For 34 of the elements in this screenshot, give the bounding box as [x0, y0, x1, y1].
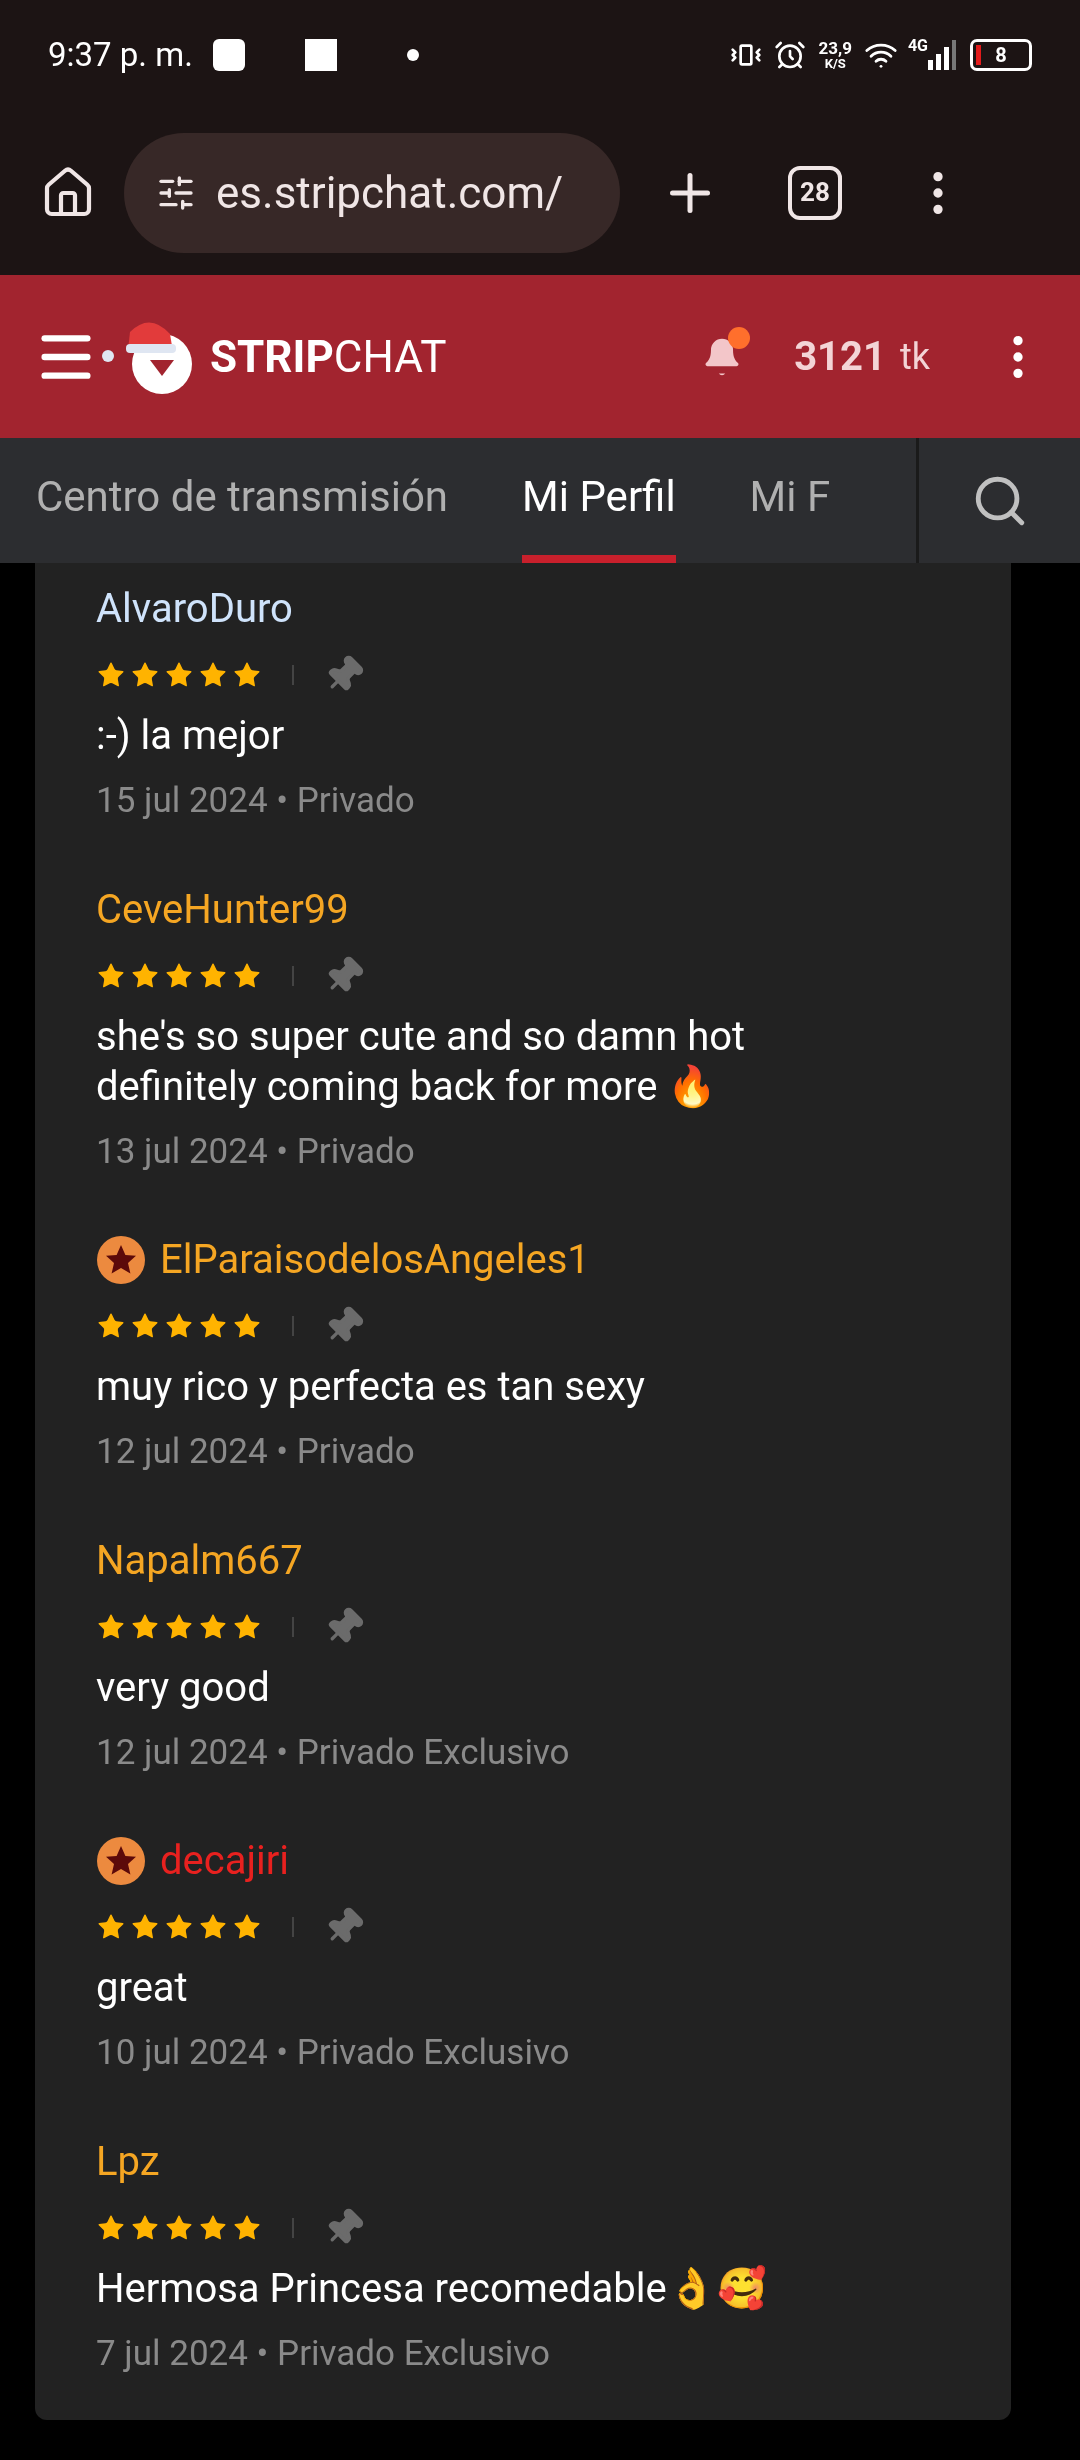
username[interactable]: CeveHunter99 — [96, 879, 349, 940]
signal-icon — [928, 40, 956, 70]
review-date: 7 jul 2024 • Privado Exclusivo — [96, 2331, 551, 2376]
network-speed: 23,9 — [818, 40, 852, 57]
review-date: 10 jul 2024 • Privado Exclusivo — [96, 2031, 571, 2075]
review-text: great — [96, 1963, 189, 2013]
logo-text: STRIPCHAT — [210, 329, 447, 385]
battery-indicator: 8 — [970, 39, 1032, 71]
network-type: 4G — [907, 35, 928, 57]
token-count[interactable]: 3121 — [794, 326, 886, 387]
review-text: she's so super cute and so damn hot definitely coming back for more 🔥 — [96, 1011, 747, 1112]
tab-switcher-button[interactable]: 28 — [788, 165, 842, 220]
token-unit: tk — [899, 334, 930, 380]
username[interactable]: AlvaroDuro — [96, 579, 293, 639]
username[interactable]: Napalm667 — [96, 1530, 303, 1591]
review-text: muy rico y perfecta es tan sexy — [96, 1362, 646, 1412]
review-date: 13 jul 2024 • Privado — [96, 1129, 416, 1174]
username[interactable]: Lpz — [96, 2131, 160, 2192]
review-date: 12 jul 2024 • Privado — [96, 1430, 416, 1474]
username[interactable]: decajiri — [160, 1831, 290, 1891]
review-text: very good — [96, 1662, 271, 1713]
address-bar[interactable]: es.stripchat.com/ — [124, 132, 620, 253]
speed-unit: K/S — [824, 57, 846, 70]
review-date: 12 jul 2024 • Privado Exclusivo — [96, 1730, 571, 1775]
tab[interactable]: Mi F — [749, 438, 831, 563]
notification-icon — [212, 39, 245, 71]
review-date: 15 jul 2024 • Privado — [96, 779, 416, 823]
review-text: :-) la mejor — [96, 711, 286, 761]
review-text: Hermosa Princesa recomedable👌🥰 — [96, 2263, 768, 2314]
username[interactable]: ElParaisodelosAngeles1 — [160, 1230, 590, 1290]
app-icon — [304, 39, 337, 71]
alarm-icon — [774, 39, 807, 71]
tab[interactable]: Centro de transmisión — [36, 438, 449, 563]
status-time: 9:37 p. m. — [48, 34, 193, 77]
